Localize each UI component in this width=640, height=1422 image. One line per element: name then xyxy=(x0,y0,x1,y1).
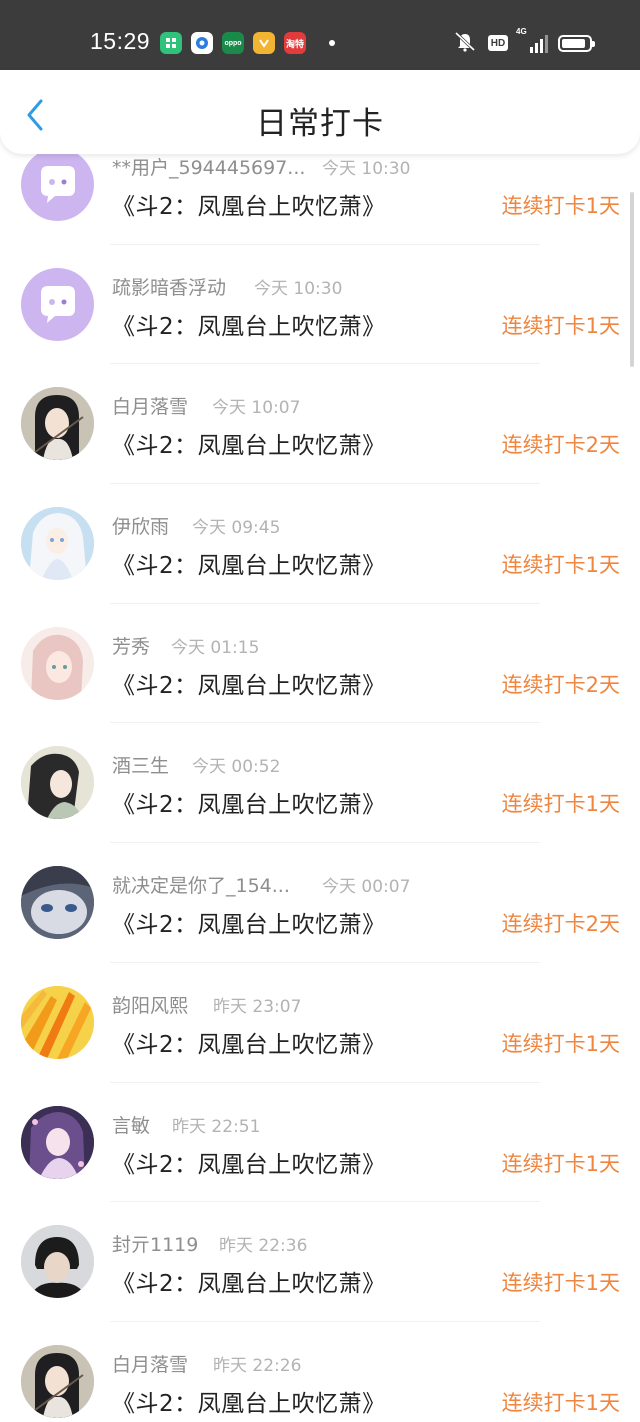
streak-label: 连续打卡1天 xyxy=(501,194,620,218)
user-name[interactable]: 芳秀 xyxy=(112,632,150,659)
app-store-icon xyxy=(160,32,182,54)
checkin-item[interactable]: 芳秀 今天 01:15 《斗2：凤凰台上吹忆萧》 连续打卡2天 xyxy=(0,604,640,724)
book-title[interactable]: 《斗2：凤凰台上吹忆萧》 xyxy=(112,1264,386,1298)
user-avatar[interactable] xyxy=(21,866,94,940)
checkin-list: **用户_594445697... 今天 10:30 《斗2：凤凰台上吹忆萧》 连续打… xyxy=(0,125,640,1422)
streak-label: 连续打卡2天 xyxy=(501,672,620,697)
checkin-time: 今天 10:30 xyxy=(322,159,411,179)
book-title[interactable]: 《斗2：凤凰台上吹忆萧》 xyxy=(112,785,386,819)
book-title[interactable]: 《斗2：凤凰台上吹忆萧》 xyxy=(112,307,386,341)
checkin-item[interactable]: 韵阳风熙 昨天 23:07 《斗2：凤凰台上吹忆萧》 连续打卡1天 xyxy=(0,963,640,1083)
user-avatar[interactable] xyxy=(21,507,94,581)
status-app-icons: oppo 淘特 xyxy=(160,32,335,54)
streak-label: 连续打卡1天 xyxy=(501,1271,620,1296)
streak-label: 连续打卡1天 xyxy=(501,313,620,338)
status-indicators: HD 4G xyxy=(452,27,595,56)
checkin-time: 昨天 22:26 xyxy=(213,1355,302,1376)
streak-label: 连续打卡1天 xyxy=(501,553,620,578)
streak-label: 连续打卡1天 xyxy=(501,1031,620,1056)
checkin-item[interactable]: 伊欣雨 今天 09:45 《斗2：凤凰台上吹忆萧》 连续打卡1天 xyxy=(0,484,640,604)
user-name[interactable]: 白月落雪 xyxy=(112,392,188,419)
checkin-time: 今天 10:07 xyxy=(212,398,301,419)
checkin-time: 今天 00:07 xyxy=(322,877,411,898)
user-name[interactable]: **用户_594445697... xyxy=(112,153,305,180)
checkin-item[interactable]: 白月落雪 今天 10:07 《斗2：凤凰台上吹忆萧》 连续打卡2天 xyxy=(0,364,640,484)
streak-label: 连续打卡1天 xyxy=(501,1390,620,1415)
book-title[interactable]: 《斗2：凤凰台上吹忆萧》 xyxy=(112,426,386,460)
checkin-time: 昨天 22:51 xyxy=(172,1116,261,1137)
notification-dot-icon xyxy=(329,40,335,46)
checkin-item[interactable]: 言敏 昨天 22:51 《斗2：凤凰台上吹忆萧》 连续打卡1天 xyxy=(0,1083,640,1203)
checkin-time: 昨天 23:07 xyxy=(213,996,302,1017)
mute-bell-icon xyxy=(452,30,478,56)
checkin-time: 今天 09:45 xyxy=(192,518,281,539)
streak-label: 连续打卡2天 xyxy=(501,433,620,458)
hd-badge: HD xyxy=(488,35,508,51)
checkin-item[interactable]: 白月落雪 昨天 22:26 《斗2：凤凰台上吹忆萧》 连续打卡1天 xyxy=(0,1322,640,1422)
user-name[interactable]: 言敏 xyxy=(112,1111,150,1138)
checkin-time: 今天 00:52 xyxy=(192,757,281,778)
browser-icon xyxy=(191,32,213,54)
wallet-icon xyxy=(253,32,275,54)
checkin-time: 昨天 22:36 xyxy=(219,1236,308,1257)
book-title[interactable]: 《斗2：凤凰台上吹忆萧》 xyxy=(112,1025,386,1059)
streak-label: 连续打卡2天 xyxy=(501,912,620,937)
user-name[interactable]: 疏影暗香浮动 xyxy=(112,273,226,300)
status-bar: 15:29 oppo 淘特 HD 4G xyxy=(0,0,640,70)
user-avatar[interactable] xyxy=(21,387,94,461)
checkin-time: 今天 01:15 xyxy=(171,637,260,658)
checkin-item[interactable]: 封亓1119 昨天 22:36 《斗2：凤凰台上吹忆萧》 连续打卡1天 xyxy=(0,1202,640,1322)
page-title: 日常打卡 xyxy=(256,106,384,142)
user-avatar[interactable] xyxy=(21,1225,94,1299)
user-avatar[interactable] xyxy=(21,626,94,700)
user-name[interactable]: 就决定是你了_154... xyxy=(112,871,290,898)
checkin-item[interactable]: 疏影暗香浮动 今天 10:30 《斗2：凤凰台上吹忆萧》 连续打卡1天 xyxy=(0,245,640,365)
streak-label: 连续打卡1天 xyxy=(501,792,620,817)
book-title[interactable]: 《斗2：凤凰台上吹忆萧》 xyxy=(112,187,386,221)
book-title[interactable]: 《斗2：凤凰台上吹忆萧》 xyxy=(112,1145,386,1179)
status-time: 15:29 xyxy=(90,28,151,54)
oppo-icon: oppo xyxy=(222,32,244,54)
taobao-icon: 淘特 xyxy=(284,32,306,54)
user-name[interactable]: 酒三生 xyxy=(112,751,169,778)
user-avatar[interactable] xyxy=(21,1105,94,1179)
signal-icon: 4G xyxy=(516,27,548,53)
user-avatar[interactable] xyxy=(21,985,94,1059)
network-type-label: 4G xyxy=(516,27,527,36)
book-title[interactable]: 《斗2：凤凰台上吹忆萧》 xyxy=(112,1384,386,1418)
user-name[interactable]: 伊欣雨 xyxy=(112,512,169,539)
battery-icon xyxy=(558,34,595,52)
app-header: 日常打卡 xyxy=(0,70,640,154)
user-name[interactable]: 韵阳风熙 xyxy=(112,991,188,1018)
checkin-item[interactable]: 酒三生 今天 00:52 《斗2：凤凰台上吹忆萧》 连续打卡1天 xyxy=(0,723,640,843)
user-avatar[interactable] xyxy=(21,267,94,341)
book-title[interactable]: 《斗2：凤凰台上吹忆萧》 xyxy=(112,905,386,939)
streak-label: 连续打卡1天 xyxy=(501,1151,620,1176)
screen: 15:29 oppo 淘特 HD 4G 日常打卡 **用户_594445697.… xyxy=(0,0,640,1422)
user-name[interactable]: 白月落雪 xyxy=(112,1350,188,1377)
book-title[interactable]: 《斗2：凤凰台上吹忆萧》 xyxy=(112,666,386,700)
user-avatar[interactable] xyxy=(21,746,94,820)
user-avatar[interactable] xyxy=(21,148,94,221)
checkin-time: 今天 10:30 xyxy=(254,278,343,299)
book-title[interactable]: 《斗2：凤凰台上吹忆萧》 xyxy=(112,546,386,580)
checkin-item[interactable]: 就决定是你了_154... 今天 00:07 《斗2：凤凰台上吹忆萧》 连续打卡2天 xyxy=(0,843,640,963)
scrollbar-thumb[interactable] xyxy=(630,192,634,367)
user-avatar[interactable] xyxy=(21,1344,94,1418)
user-name[interactable]: 封亓1119 xyxy=(112,1230,198,1257)
